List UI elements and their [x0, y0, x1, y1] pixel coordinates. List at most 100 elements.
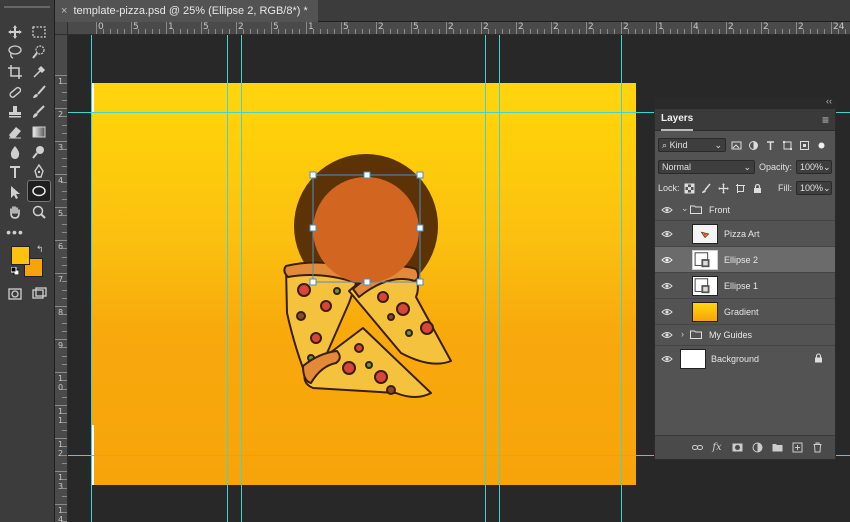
- gradient-tool[interactable]: [28, 122, 50, 142]
- new-layer-icon[interactable]: [791, 442, 803, 454]
- ruler-minor-tick: [593, 29, 594, 34]
- ruler-minor-tick: [670, 29, 671, 34]
- layer-row-ellipse-2[interactable]: Ellipse 2: [655, 247, 835, 273]
- eraser-tool[interactable]: [4, 122, 26, 142]
- trash-icon[interactable]: [811, 442, 823, 454]
- move-tool[interactable]: [4, 22, 26, 42]
- visibility-eye-icon[interactable]: [661, 307, 673, 317]
- default-colors-icon[interactable]: [10, 266, 20, 276]
- clone-stamp-tool[interactable]: [4, 102, 26, 122]
- filter-kind-dropdown[interactable]: ⌕ Kind ⌄: [658, 138, 726, 152]
- layers-panel-title[interactable]: Layers: [661, 109, 694, 131]
- guide-vertical[interactable]: [241, 35, 242, 522]
- ruler-tick: [96, 22, 97, 34]
- toolbar-grip[interactable]: [4, 6, 50, 8]
- fx-icon[interactable]: fx: [711, 442, 723, 454]
- visibility-eye-icon[interactable]: [661, 229, 673, 239]
- document-tab-title: template-pizza.psd @ 25% (Ellipse 2, RGB…: [73, 5, 308, 17]
- ruler-minor-tick: [740, 29, 741, 34]
- ruler-minor-tick: [565, 29, 566, 34]
- hand-tool[interactable]: [4, 202, 26, 222]
- ruler-tick: [236, 22, 237, 34]
- guide-vertical[interactable]: [621, 35, 622, 522]
- filter-adjustment-icon[interactable]: [747, 139, 760, 152]
- guide-vertical[interactable]: [227, 35, 228, 522]
- layer-row-gradient[interactable]: Gradient: [655, 299, 835, 325]
- lock-position-icon[interactable]: [717, 182, 730, 195]
- blend-mode-dropdown[interactable]: Normal ⌄: [658, 160, 755, 174]
- quick-mask-icon[interactable]: [4, 284, 26, 304]
- healing-tool[interactable]: [4, 82, 26, 102]
- ruler-minor-tick: [845, 29, 846, 34]
- path-select-tool[interactable]: [4, 182, 26, 202]
- foreground-color-swatch[interactable]: [11, 246, 30, 265]
- guide-vertical[interactable]: [91, 35, 92, 522]
- ruler-minor-tick: [453, 29, 454, 34]
- guide-vertical[interactable]: [499, 35, 500, 522]
- visibility-eye-icon[interactable]: [661, 255, 673, 265]
- document-canvas[interactable]: [91, 83, 636, 485]
- screen-mode-icon[interactable]: [28, 284, 50, 304]
- horizontal-ruler[interactable]: 0 5 1 5 2 5 1 5 2 5 2 2 2 2 2 2 1 4 2 2 2 24: [68, 22, 850, 35]
- layer-row-pizza-art[interactable]: Pizza Art: [655, 221, 835, 247]
- visibility-eye-icon[interactable]: [661, 354, 673, 364]
- chevron-right-icon[interactable]: ›: [681, 329, 684, 339]
- layer-row-front[interactable]: ⌄ Front: [655, 200, 835, 221]
- collapse-panels-icon[interactable]: ‹‹: [826, 96, 832, 106]
- link-layers-icon[interactable]: [691, 442, 703, 454]
- blur-tool[interactable]: [4, 142, 26, 162]
- guide-vertical[interactable]: [485, 35, 486, 522]
- swap-colors-icon[interactable]: ↰: [36, 244, 44, 255]
- ruler-tick: [55, 207, 67, 208]
- ruler-minor-tick: [810, 29, 811, 34]
- lock-artboard-icon[interactable]: [734, 182, 747, 195]
- lock-image-pixels-icon[interactable]: [700, 182, 713, 195]
- ruler-minor-tick: [285, 29, 286, 34]
- mask-icon[interactable]: [731, 442, 743, 454]
- vertical-ruler[interactable]: 1234567891 01 11 21 31 4: [55, 35, 68, 522]
- edit-toolbar-button[interactable]: •••: [4, 222, 26, 242]
- ruler-tick: [691, 22, 692, 34]
- visibility-eye-icon[interactable]: [661, 330, 673, 340]
- history-brush-tool[interactable]: [28, 102, 50, 122]
- ruler-minor-tick: [62, 215, 67, 217]
- brush-tool[interactable]: [28, 82, 50, 102]
- layer-row-ellipse-1[interactable]: Ellipse 1: [655, 273, 835, 299]
- ruler-minor-tick: [712, 29, 713, 34]
- visibility-eye-icon[interactable]: [661, 281, 673, 291]
- chevron-down-icon[interactable]: ⌄: [681, 203, 689, 214]
- type-tool[interactable]: [4, 162, 26, 182]
- ruler-minor-tick: [544, 29, 545, 34]
- lock-transparent-pixels-icon[interactable]: [684, 182, 697, 195]
- adjustment-icon[interactable]: [751, 442, 763, 454]
- eyedropper-tool[interactable]: [28, 62, 50, 82]
- lasso-tool[interactable]: [4, 42, 26, 62]
- filter-type-icon[interactable]: [764, 139, 777, 152]
- filter-toggle-icon[interactable]: [815, 139, 828, 152]
- new-group-icon[interactable]: [771, 442, 783, 454]
- ruler-minor-tick: [62, 132, 67, 134]
- fill-input[interactable]: 100% ⌄: [795, 181, 832, 195]
- filter-shape-icon[interactable]: [781, 139, 794, 152]
- zoom-tool[interactable]: [28, 202, 50, 222]
- crop-tool[interactable]: [4, 62, 26, 82]
- ruler-minor-tick: [208, 29, 209, 34]
- filter-smart-object-icon[interactable]: [798, 139, 811, 152]
- quick-select-tool[interactable]: [28, 42, 50, 62]
- layer-name: Pizza Art: [724, 228, 760, 239]
- marquee-tool[interactable]: [28, 22, 50, 42]
- lock-all-icon[interactable]: [751, 182, 764, 195]
- document-tab[interactable]: × template-pizza.psd @ 25% (Ellipse 2, R…: [55, 0, 318, 22]
- pen-tool[interactable]: [28, 162, 50, 182]
- layer-row-my-guides[interactable]: › My Guides: [655, 325, 835, 346]
- dodge-tool[interactable]: [28, 142, 50, 162]
- layer-row-background[interactable]: Background: [655, 346, 835, 372]
- visibility-eye-icon[interactable]: [661, 205, 673, 215]
- close-tab-icon[interactable]: ×: [61, 5, 67, 17]
- opacity-input[interactable]: 100% ⌄: [796, 160, 832, 174]
- filter-pixel-icon[interactable]: [730, 139, 743, 152]
- ruler-origin[interactable]: [55, 22, 68, 35]
- panel-menu-icon[interactable]: ≡: [822, 113, 829, 127]
- ruler-tick: [411, 22, 412, 34]
- ellipse-tool[interactable]: [27, 180, 51, 202]
